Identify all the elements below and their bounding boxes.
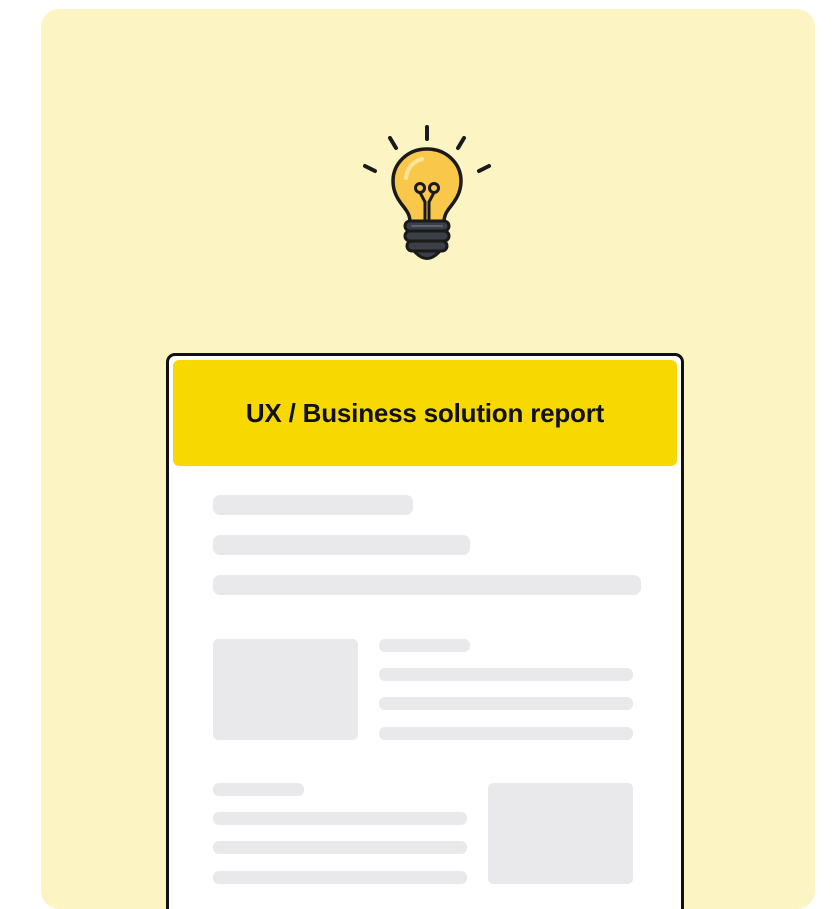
illustration-card: UX / Business solution report [41, 9, 815, 909]
image-placeholder [488, 783, 633, 884]
text-placeholder [213, 495, 413, 515]
text-placeholder [213, 871, 467, 884]
report-document: UX / Business solution report [166, 353, 684, 909]
text-placeholder [213, 841, 467, 854]
text-placeholder [213, 535, 470, 555]
image-placeholder [213, 639, 358, 740]
text-placeholder [213, 812, 467, 825]
text-placeholder [379, 727, 633, 740]
text-placeholder [213, 575, 641, 595]
report-title: UX / Business solution report [245, 397, 605, 428]
report-header: UX / Business solution report [173, 360, 677, 466]
lightbulb-icon [363, 125, 491, 260]
text-placeholder [379, 697, 633, 710]
text-placeholder [379, 639, 470, 652]
text-placeholder [379, 668, 633, 681]
text-placeholder [213, 783, 304, 796]
